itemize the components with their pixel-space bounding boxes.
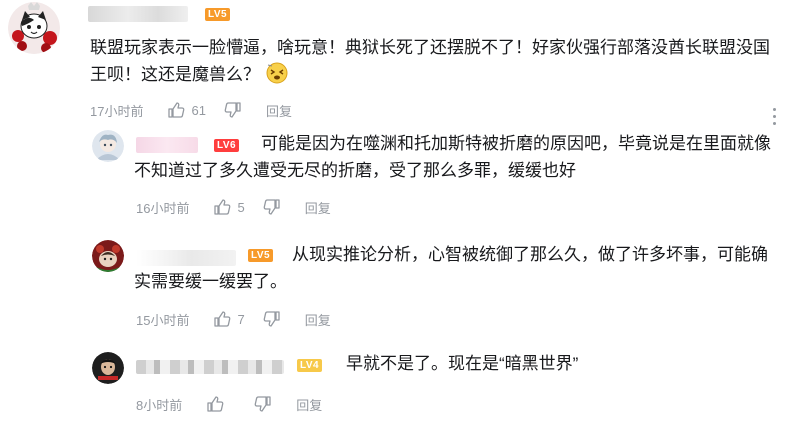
username-blurred[interactable] xyxy=(136,360,284,374)
comment-content: 从现实推论分析，心智被统御了那么久，做了许多坏事，可能确实需要缓一缓罢了。 xyxy=(134,241,779,295)
thumbs-down-icon xyxy=(263,311,280,327)
avatar[interactable] xyxy=(8,2,60,54)
thumbs-down-icon xyxy=(263,199,280,215)
comment-meta: 8小时前 回复 xyxy=(136,394,322,414)
like-count: 7 xyxy=(237,311,245,327)
comment-content: 可能是因为在噬渊和托加斯特被折磨的原因吧，毕竟说是在里面就像不知道过了多久遭受无… xyxy=(134,130,779,184)
like-button[interactable]: 61 xyxy=(167,101,223,119)
comment-text: 联盟玩家表示一脸懵逼，啥玩意！典狱长死了还摆脱不了！好家伙强行部落没酋长联盟没国… xyxy=(90,38,770,84)
reply-button[interactable]: 回复 xyxy=(305,198,331,217)
username-blurred[interactable] xyxy=(88,6,188,22)
reply-button[interactable]: 回复 xyxy=(266,101,292,120)
comment-time: 8小时前 xyxy=(136,397,183,413)
comment-text: 早就不是了。现在是“暗黑世界” xyxy=(346,354,579,373)
thumbs-up-icon xyxy=(214,199,231,215)
thumbs-down-icon xyxy=(224,102,241,118)
dislike-button[interactable] xyxy=(224,101,242,119)
thumbs-up-icon xyxy=(214,311,231,327)
thumbs-down-icon xyxy=(254,396,271,412)
comment-text: 可能是因为在噬渊和托加斯特被折磨的原因吧，毕竟说是在里面就像不知道过了多久遭受无… xyxy=(134,134,771,180)
like-count: 61 xyxy=(191,102,206,118)
like-button[interactable] xyxy=(206,395,254,413)
thumbs-up-icon xyxy=(207,396,224,412)
comment-content: 早就不是了。现在是“暗黑世界” xyxy=(346,350,776,377)
reply-button[interactable]: 回复 xyxy=(305,310,331,329)
comment-time: 16小时前 xyxy=(136,200,190,216)
level-badge: LV4 xyxy=(297,359,323,372)
dislike-button[interactable] xyxy=(254,395,272,413)
like-button[interactable]: 7 xyxy=(213,310,262,328)
thumbs-up-icon xyxy=(168,102,185,118)
comment-time: 15小时前 xyxy=(136,312,190,328)
level-badge: LV5 xyxy=(205,8,231,21)
like-button[interactable]: 5 xyxy=(213,198,262,216)
avatar[interactable] xyxy=(92,240,124,272)
more-vertical-icon[interactable] xyxy=(770,108,778,130)
comment-meta: 16小时前 5 回复 xyxy=(136,197,331,217)
avatar[interactable] xyxy=(92,130,124,162)
reply-button[interactable]: 回复 xyxy=(296,395,322,414)
dizzy-face-emoji-icon xyxy=(266,62,288,84)
dislike-button[interactable] xyxy=(263,310,281,328)
dislike-button[interactable] xyxy=(263,198,281,216)
comment-meta: 15小时前 7 回复 xyxy=(136,309,331,329)
comment-content: 联盟玩家表示一脸懵逼，啥玩意！典狱长死了还摆脱不了！好家伙强行部落没酋长联盟没国… xyxy=(90,34,780,88)
comment-meta: 17小时前 61 回复 xyxy=(90,100,292,120)
avatar[interactable] xyxy=(92,352,124,384)
comment-text: 从现实推论分析，心智被统御了那么久，做了许多坏事，可能确实需要缓一缓罢了。 xyxy=(134,245,768,291)
comment-time: 17小时前 xyxy=(90,103,144,119)
like-count: 5 xyxy=(237,199,245,215)
